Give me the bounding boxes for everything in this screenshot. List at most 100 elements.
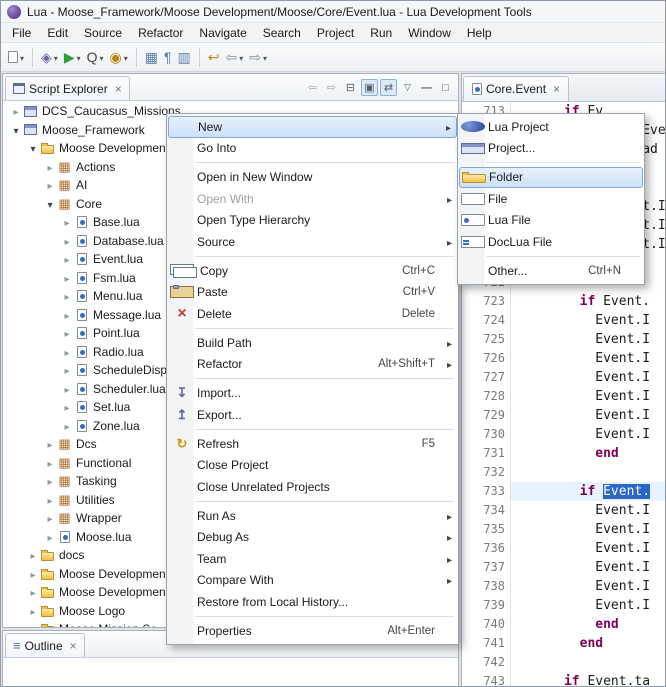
package-icon (57, 160, 72, 174)
run-button[interactable]: ▶ (61, 46, 84, 68)
expand-twistie-icon[interactable] (26, 622, 40, 627)
back-button[interactable]: ⇦ (222, 46, 246, 68)
collapse-twistie-icon[interactable] (9, 123, 23, 137)
collapse-twistie-icon[interactable] (43, 197, 57, 211)
new-menu-item-project[interactable]: Project... (459, 138, 643, 160)
expand-twistie-icon[interactable] (43, 456, 57, 470)
expand-twistie-icon[interactable] (60, 234, 74, 248)
context-menu-item-open-in-new-window[interactable]: Open in New Window (168, 167, 457, 189)
expand-twistie-icon[interactable] (43, 530, 57, 544)
dropdown-arrow-icon[interactable] (237, 50, 243, 64)
expand-twistie-icon[interactable] (43, 160, 57, 174)
expand-twistie-icon[interactable] (26, 548, 40, 562)
expand-twistie-icon[interactable] (43, 437, 57, 451)
expand-twistie-icon[interactable] (43, 474, 57, 488)
dropdown-arrow-icon[interactable] (18, 50, 24, 64)
new-menu-item-doclua-file[interactable]: DocLua File (459, 231, 643, 253)
context-menu-item-debug-as[interactable]: Debug As (168, 527, 457, 549)
forward-button[interactable]: ⇨ (246, 46, 270, 68)
context-menu-item-delete[interactable]: DeleteDelete (168, 303, 457, 325)
tab-script-explorer[interactable]: Script Explorer (5, 76, 130, 100)
menubar-item-project[interactable]: Project (309, 24, 362, 42)
new-menu-item-other[interactable]: Other...Ctrl+N (459, 260, 643, 282)
dropdown-arrow-icon[interactable] (98, 50, 104, 64)
menubar-item-navigate[interactable]: Navigate (191, 24, 254, 42)
expand-twistie-icon[interactable] (43, 493, 57, 507)
context-menu-item-go-into[interactable]: Go Into (168, 138, 457, 160)
menubar-item-refactor[interactable]: Refactor (130, 24, 191, 42)
new-wizard-button[interactable] (5, 46, 27, 68)
last-edit-location-button[interactable]: ↩ (205, 46, 223, 68)
new-menu-item-lua-project[interactable]: Lua Project (459, 116, 643, 138)
context-menu-item-restore-from-local-history[interactable]: Restore from Local History... (168, 591, 457, 613)
expand-twistie-icon[interactable] (60, 345, 74, 359)
menubar-item-help[interactable]: Help (459, 24, 500, 42)
tab-outline[interactable]: Outline (5, 633, 85, 657)
expand-twistie-icon[interactable] (60, 289, 74, 303)
coverage-button[interactable]: Q (84, 46, 107, 68)
profile-button[interactable]: ◉ (107, 46, 131, 68)
expand-twistie-icon[interactable] (26, 604, 40, 618)
dropdown-arrow-icon[interactable] (261, 50, 267, 64)
expand-twistie-icon[interactable] (43, 511, 57, 525)
expand-twistie-icon[interactable] (9, 104, 23, 118)
expand-twistie-icon[interactable] (60, 363, 74, 377)
close-icon[interactable] (553, 83, 560, 95)
context-menu-item-import[interactable]: Import... (168, 383, 457, 405)
dropdown-arrow-icon[interactable] (122, 50, 128, 64)
context-menu-item-new[interactable]: New (168, 116, 457, 138)
context-menu-item-export[interactable]: Export... (168, 404, 457, 426)
close-icon[interactable] (115, 83, 122, 95)
show-whitespace-button[interactable]: ¶ (161, 46, 175, 68)
context-menu-item-properties[interactable]: PropertiesAlt+Enter (168, 620, 457, 642)
expand-twistie-icon[interactable] (60, 215, 74, 229)
context-menu-item-open-type-hierarchy[interactable]: Open Type Hierarchy (168, 210, 457, 232)
context-menu-item-copy[interactable]: CopyCtrl+C (168, 260, 457, 282)
context-menu-item-compare-with[interactable]: Compare With (168, 570, 457, 592)
context-menu-item-paste[interactable]: PasteCtrl+V (168, 282, 457, 304)
expand-twistie-icon[interactable] (43, 178, 57, 192)
expand-twistie-icon[interactable] (60, 308, 74, 322)
context-menu-item-team[interactable]: Team (168, 548, 457, 570)
context-menu-item-close-project[interactable]: Close Project (168, 455, 457, 477)
new-menu-item-folder[interactable]: Folder (459, 167, 643, 189)
link-with-editor-icon[interactable] (380, 79, 397, 96)
close-icon[interactable] (70, 640, 77, 652)
context-menu-item-build-path[interactable]: Build Path (168, 332, 457, 354)
expand-twistie-icon[interactable] (60, 419, 74, 433)
menubar-item-run[interactable]: Run (362, 24, 400, 42)
menubar-item-file[interactable]: File (4, 24, 39, 42)
menubar-item-source[interactable]: Source (76, 24, 130, 42)
expand-twistie-icon[interactable] (26, 567, 40, 581)
back-icon[interactable] (304, 79, 321, 96)
minimize-icon[interactable] (418, 79, 435, 96)
expand-twistie-icon[interactable] (60, 400, 74, 414)
menubar-item-edit[interactable]: Edit (39, 24, 76, 42)
tab-core-event[interactable]: Core.Event (463, 76, 569, 101)
external-tools-button[interactable]: ◈ (38, 46, 61, 68)
expand-twistie-icon[interactable] (60, 326, 74, 340)
context-menu-item-refresh[interactable]: RefreshF5 (168, 433, 457, 455)
forward-icon[interactable] (323, 79, 340, 96)
grid-view-button[interactable]: ▦ (142, 46, 161, 68)
context-menu-item-run-as[interactable]: Run As (168, 505, 457, 527)
expand-twistie-icon[interactable] (60, 252, 74, 266)
view-menu-icon[interactable] (399, 79, 416, 96)
menubar-item-window[interactable]: Window (400, 24, 459, 42)
context-menu-item-source[interactable]: Source (168, 231, 457, 253)
context-menu-item-refactor[interactable]: RefactorAlt+Shift+T (168, 354, 457, 376)
focus-icon[interactable] (361, 79, 378, 96)
context-menu-item-close-unrelated-projects[interactable]: Close Unrelated Projects (168, 476, 457, 498)
dropdown-arrow-icon[interactable] (52, 50, 58, 64)
new-menu-item-file[interactable]: File (459, 188, 643, 210)
expand-twistie-icon[interactable] (60, 382, 74, 396)
maximize-icon[interactable] (437, 79, 454, 96)
new-menu-item-lua-file[interactable]: Lua File (459, 210, 643, 232)
expand-twistie-icon[interactable] (60, 271, 74, 285)
collapse-twistie-icon[interactable] (26, 141, 40, 155)
collapse-all-icon[interactable] (342, 79, 359, 96)
list-view-button[interactable]: ▥ (175, 46, 194, 68)
dropdown-arrow-icon[interactable] (75, 50, 81, 64)
menubar-item-search[interactable]: Search (255, 24, 309, 42)
expand-twistie-icon[interactable] (26, 585, 40, 599)
